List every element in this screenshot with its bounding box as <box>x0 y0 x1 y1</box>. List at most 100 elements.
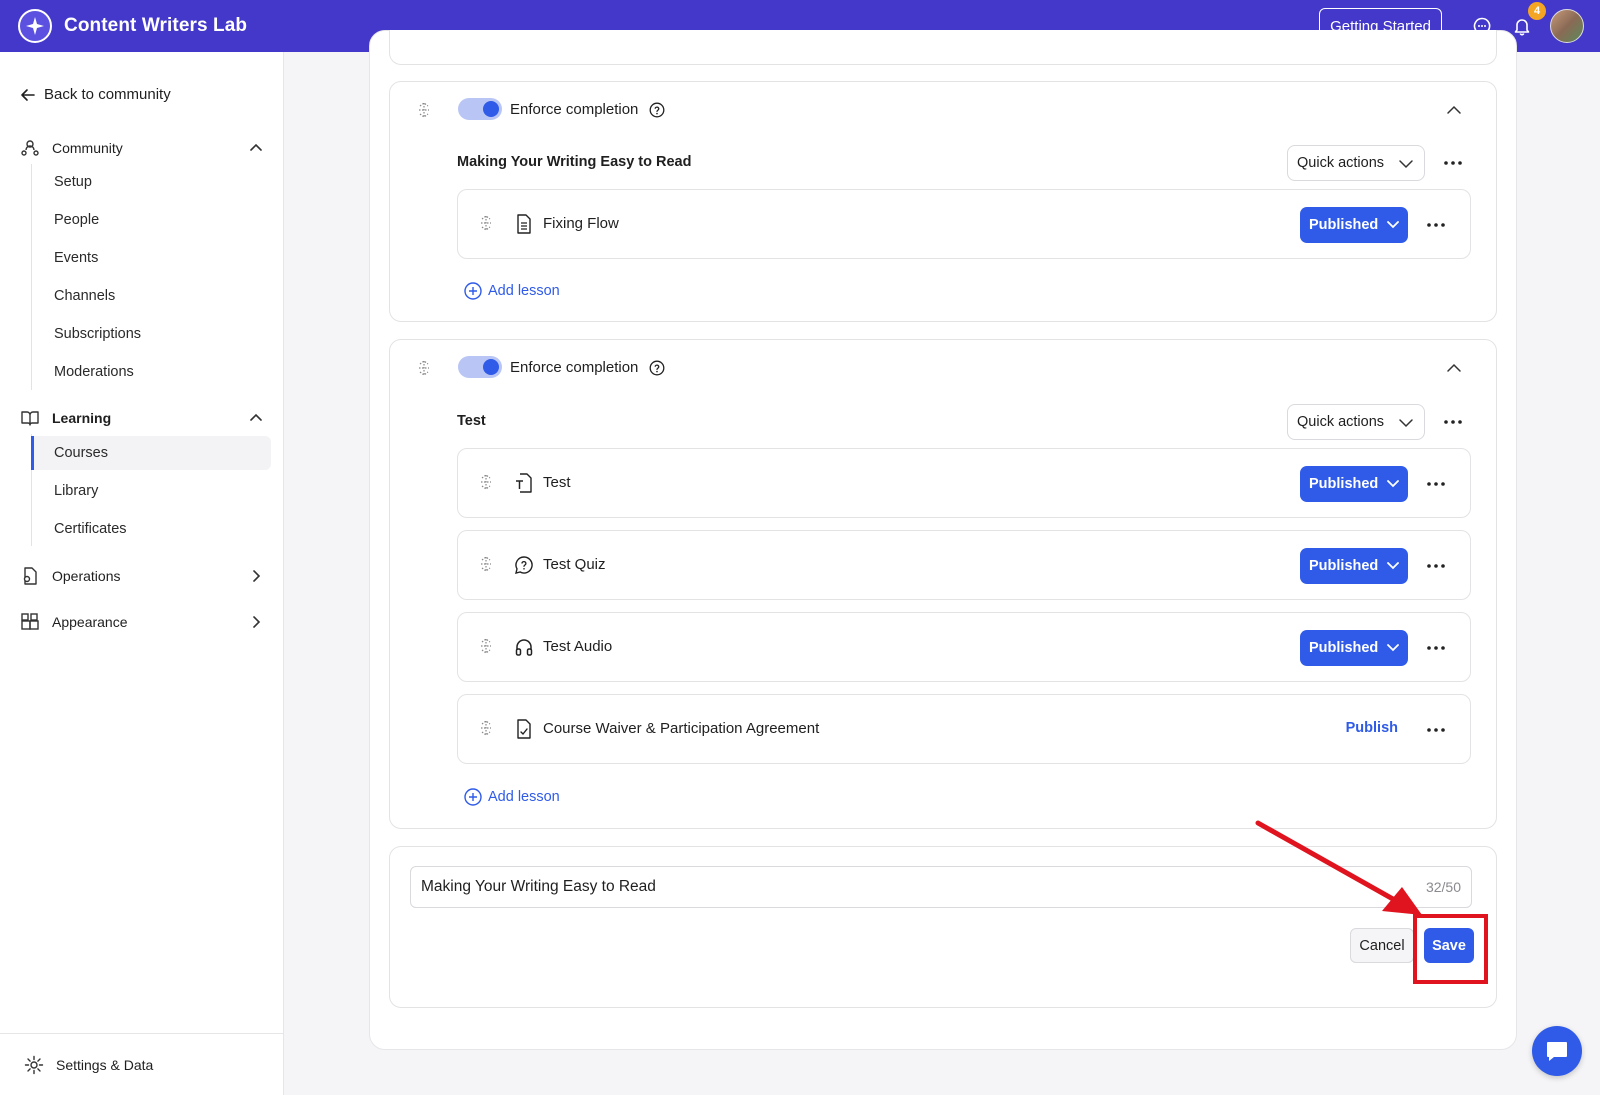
enforce-completion-toggle[interactable] <box>458 356 502 378</box>
sidebar-item-people[interactable]: People <box>31 203 271 237</box>
previous-section-card <box>389 30 1497 65</box>
status-label: Published <box>1309 476 1379 492</box>
section-title[interactable]: Making Your Writing Easy to Read <box>457 154 691 170</box>
help-icon[interactable] <box>649 102 665 118</box>
published-status-button[interactable]: Published <box>1300 630 1408 666</box>
back-link-label: Back to community <box>44 86 171 103</box>
app-title[interactable]: Content Writers Lab <box>64 15 247 37</box>
sidebar-group-label: Community <box>52 140 123 156</box>
section-title-input-value: Making Your Writing Easy to Read <box>421 878 656 895</box>
settings-label: Settings & Data <box>56 1056 154 1073</box>
text-file-icon <box>514 473 534 493</box>
more-icon[interactable] <box>1426 720 1446 740</box>
lesson-row[interactable]: Test Audio Published <box>457 612 1471 682</box>
cancel-button[interactable]: Cancel <box>1350 928 1414 963</box>
character-count: 32/50 <box>1425 879 1461 895</box>
lesson-title: Course Waiver & Participation Agreement <box>543 720 820 737</box>
avatar[interactable] <box>1550 9 1584 43</box>
enforce-completion-label: Enforce completion <box>510 101 639 118</box>
quick-actions-dropdown[interactable]: Quick actions <box>1287 404 1425 440</box>
more-icon[interactable] <box>1443 153 1463 173</box>
chevron-up-icon[interactable] <box>1445 101 1463 119</box>
quick-actions-label: Quick actions <box>1297 155 1385 171</box>
published-status-button[interactable]: Published <box>1300 207 1408 243</box>
publish-button[interactable]: Publish <box>1346 720 1398 736</box>
drag-handle-icon[interactable] <box>416 359 432 377</box>
sidebar-item-courses[interactable]: Courses <box>31 436 271 470</box>
plus-circle-icon <box>464 282 482 300</box>
sidebar-item-moderations[interactable]: Moderations <box>31 355 271 389</box>
section-title[interactable]: Test <box>457 413 486 429</box>
enforce-completion-toggle[interactable] <box>458 98 502 120</box>
drag-handle-icon[interactable] <box>478 719 494 737</box>
drag-handle-icon[interactable] <box>416 101 432 119</box>
chevron-down-icon <box>1399 160 1413 169</box>
annotation-highlight-box <box>1413 914 1488 984</box>
sidebar: Back to community Community Setup People… <box>0 52 284 1095</box>
quiz-icon <box>514 555 534 575</box>
more-icon[interactable] <box>1426 215 1446 235</box>
more-icon[interactable] <box>1426 556 1446 576</box>
published-status-button[interactable]: Published <box>1300 466 1408 502</box>
lesson-row[interactable]: Fixing Flow Published <box>457 189 1471 259</box>
headphones-icon <box>514 637 534 657</box>
plus-circle-icon <box>464 788 482 806</box>
more-icon[interactable] <box>1426 474 1446 494</box>
back-to-community-link[interactable]: Back to community <box>20 86 171 103</box>
sidebar-item-subscriptions[interactable]: Subscriptions <box>31 317 271 351</box>
status-label: Published <box>1309 640 1379 656</box>
drag-handle-icon[interactable] <box>478 637 494 655</box>
chat-bubble-icon <box>1547 1042 1567 1061</box>
drag-handle-icon[interactable] <box>478 214 494 232</box>
more-icon[interactable] <box>1443 412 1463 432</box>
settings-and-data-link[interactable]: Settings & Data <box>0 1033 284 1095</box>
sidebar-group-label: Operations <box>52 568 121 584</box>
gear-icon <box>24 1055 44 1074</box>
document-icon <box>514 214 534 234</box>
operations-icon <box>20 566 40 586</box>
enforce-completion-label: Enforce completion <box>510 359 639 376</box>
chevron-down-icon <box>1387 562 1399 570</box>
sidebar-group-label: Learning <box>52 410 112 426</box>
support-chat-button[interactable] <box>1532 1026 1582 1076</box>
chevron-up-icon <box>250 143 262 151</box>
lesson-title: Test Audio <box>543 638 613 655</box>
sidebar-group-operations[interactable]: Operations <box>20 564 264 588</box>
quick-actions-label: Quick actions <box>1297 414 1385 430</box>
chevron-down-icon <box>1387 221 1399 229</box>
lesson-title: Test Quiz <box>543 556 606 573</box>
brand-logo-icon[interactable] <box>18 9 52 43</box>
chevron-down-icon <box>1387 644 1399 652</box>
add-lesson-label: Add lesson <box>488 789 560 805</box>
chevron-down-icon <box>1399 419 1413 428</box>
lesson-row[interactable]: Test Quiz Published <box>457 530 1471 600</box>
sidebar-item-events[interactable]: Events <box>31 241 271 275</box>
published-status-button[interactable]: Published <box>1300 548 1408 584</box>
sidebar-group-appearance[interactable]: Appearance <box>20 610 264 634</box>
lesson-row[interactable]: Test Published <box>457 448 1471 518</box>
sidebar-group-learning[interactable]: Learning <box>20 406 264 430</box>
lesson-row[interactable]: Course Waiver & Participation Agreement … <box>457 694 1471 764</box>
sidebar-item-certificates[interactable]: Certificates <box>31 512 271 546</box>
drag-handle-icon[interactable] <box>478 555 494 573</box>
sidebar-item-channels[interactable]: Channels <box>31 279 271 313</box>
sidebar-group-community[interactable]: Community <box>20 136 264 160</box>
sidebar-item-library[interactable]: Library <box>31 474 271 508</box>
quick-actions-dropdown[interactable]: Quick actions <box>1287 145 1425 181</box>
add-lesson-button[interactable]: Add lesson <box>464 282 560 300</box>
lesson-title: Test <box>543 474 571 491</box>
help-icon[interactable] <box>649 360 665 376</box>
chevron-right-icon <box>253 616 261 628</box>
appearance-icon <box>20 612 40 632</box>
status-label: Published <box>1309 558 1379 574</box>
community-icon <box>20 138 40 158</box>
signed-file-icon <box>514 719 534 739</box>
chevron-up-icon[interactable] <box>1445 359 1463 377</box>
notification-badge: 4 <box>1528 2 1546 20</box>
sidebar-item-setup[interactable]: Setup <box>31 165 271 199</box>
drag-handle-icon[interactable] <box>478 473 494 491</box>
add-lesson-button[interactable]: Add lesson <box>464 788 560 806</box>
book-icon <box>20 408 40 428</box>
bell-icon[interactable]: 4 <box>1510 2 1546 38</box>
more-icon[interactable] <box>1426 638 1446 658</box>
